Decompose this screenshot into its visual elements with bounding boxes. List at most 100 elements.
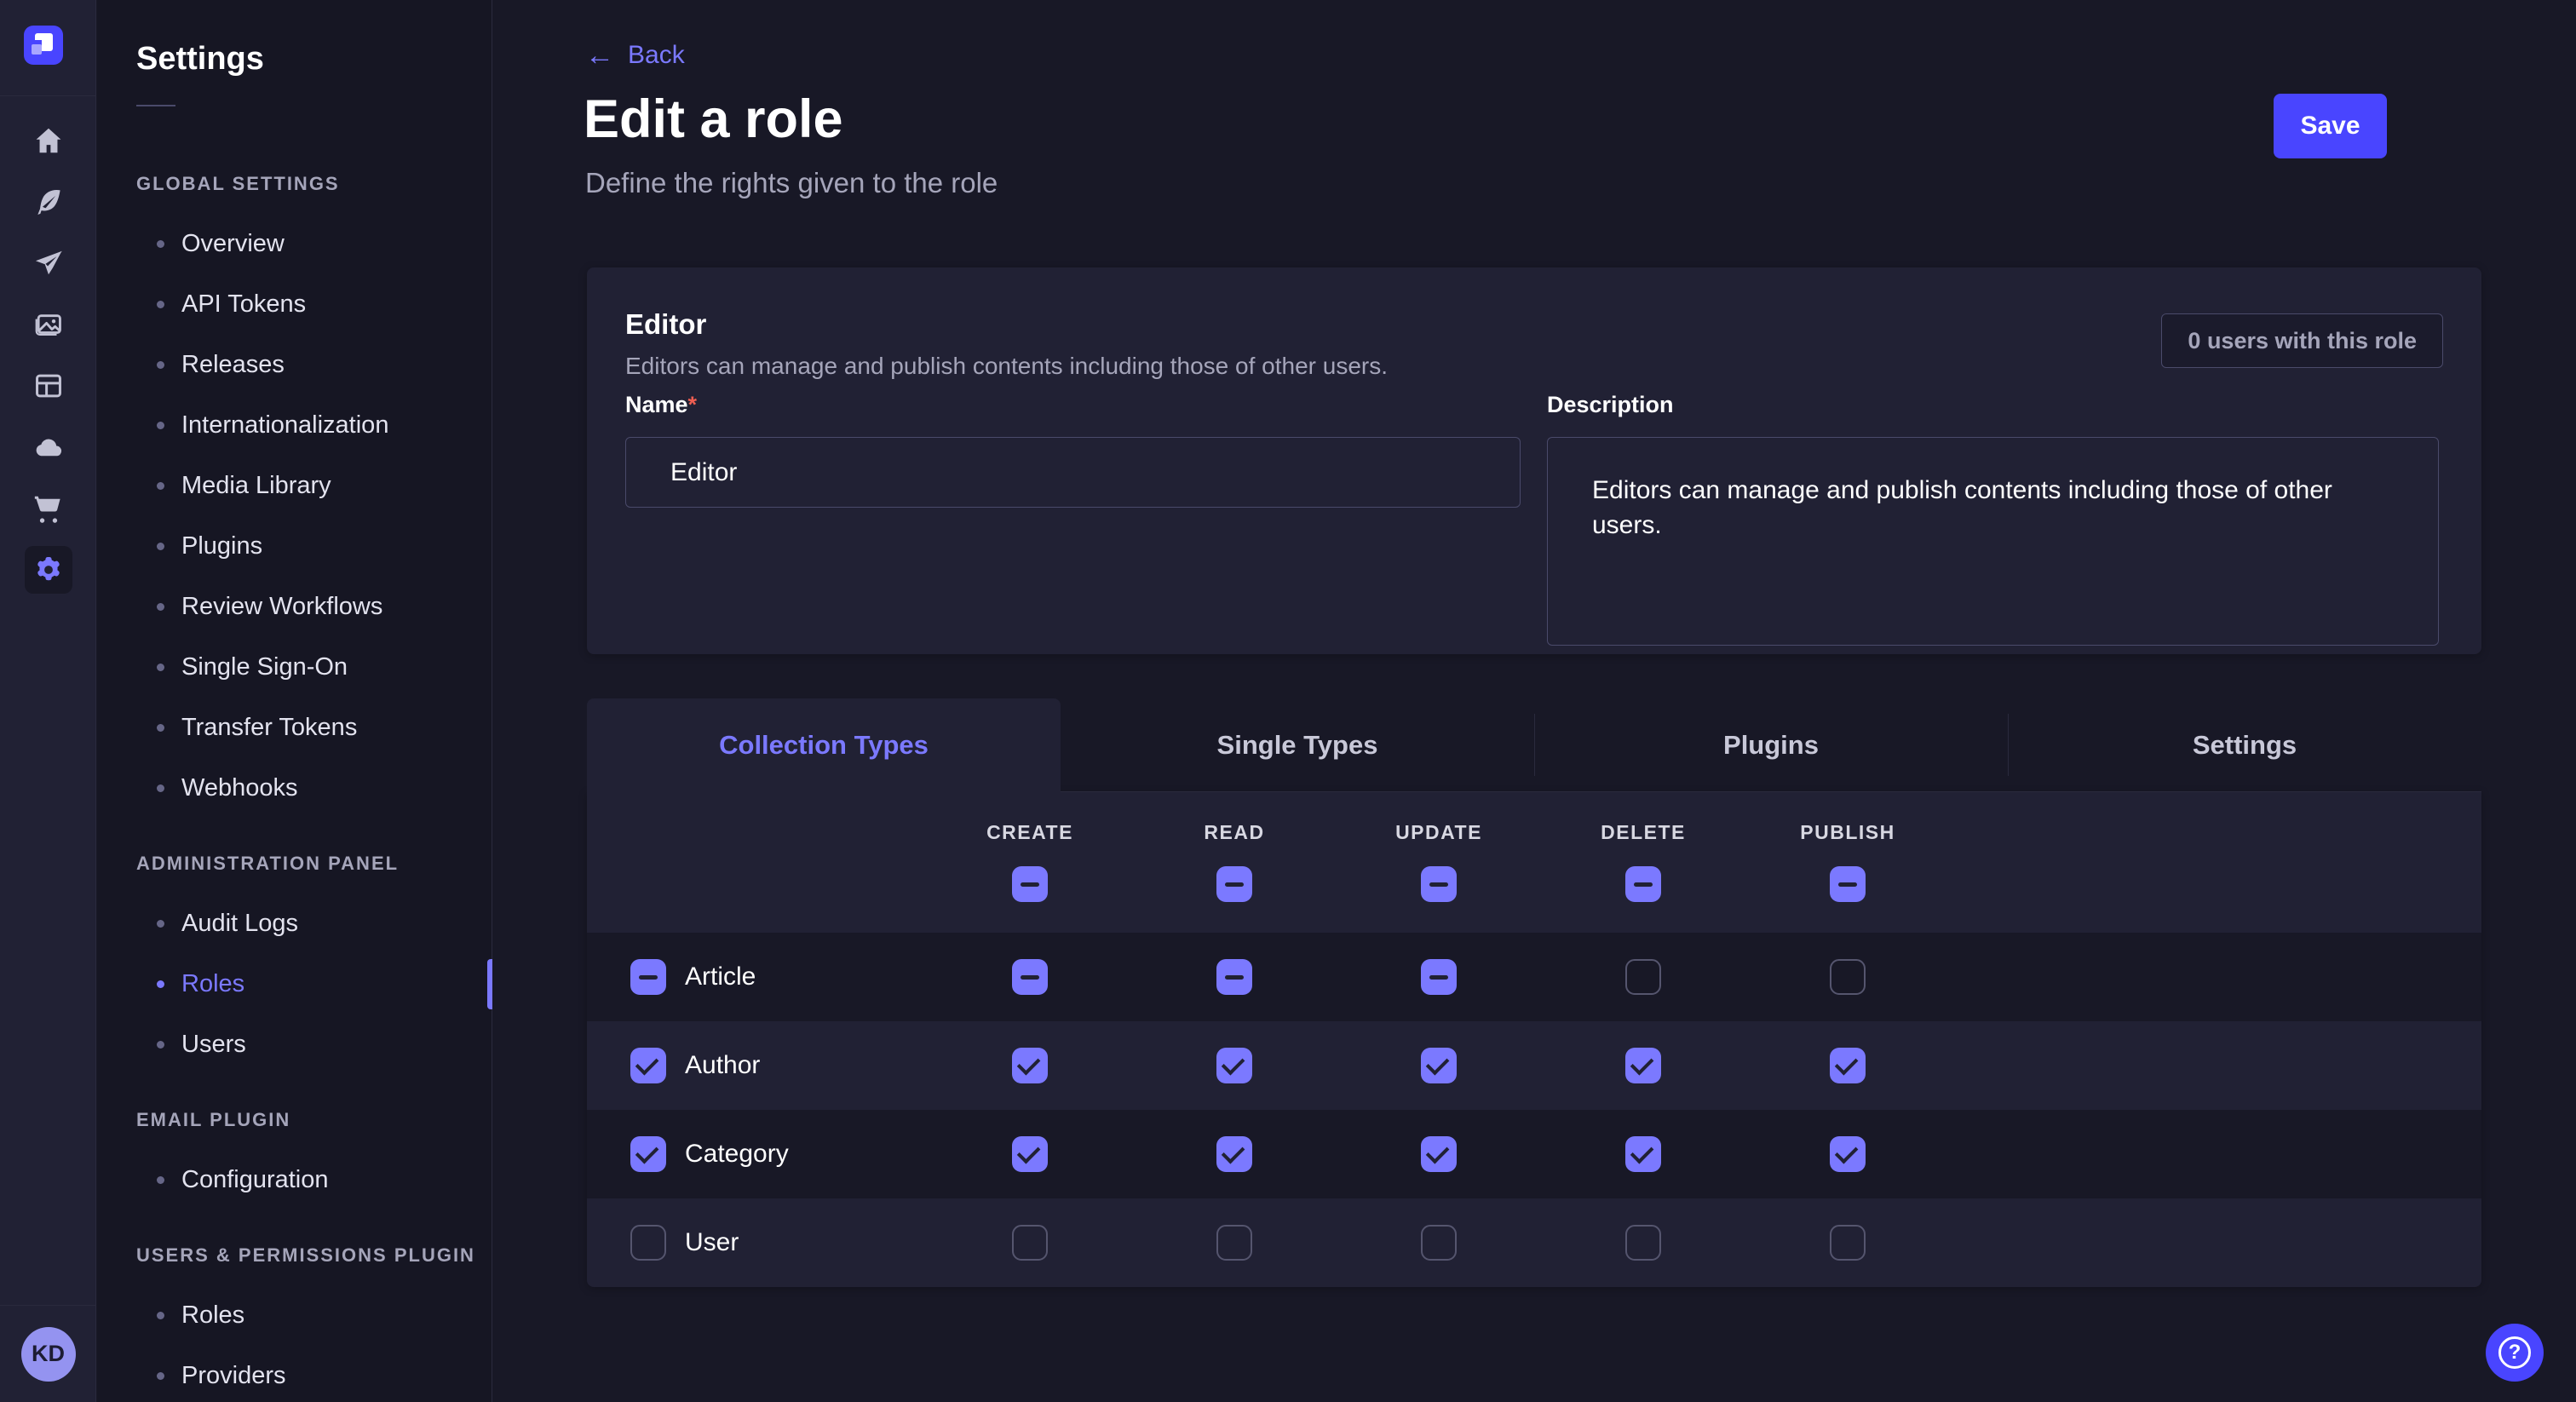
subnav-item-roles[interactable]: Roles <box>97 954 492 1014</box>
column-header-delete: DELETE <box>1541 821 1745 844</box>
subnav-item-users[interactable]: Users <box>97 1014 492 1075</box>
role-name-heading: Editor <box>625 308 706 341</box>
releases-icon <box>32 247 65 279</box>
author-update-checkbox[interactable] <box>1421 1048 1457 1083</box>
nav-item-media-library[interactable] <box>25 301 72 348</box>
nav-item-home[interactable] <box>25 117 72 164</box>
permission-cell <box>1541 1048 1745 1083</box>
description-textarea[interactable]: Editors can manage and publish contents … <box>1547 437 2439 646</box>
row-label: Author <box>685 1051 760 1080</box>
page-title: Edit a role <box>584 89 843 150</box>
author-publish-checkbox[interactable] <box>1830 1048 1866 1083</box>
marketplace-icon <box>32 492 65 525</box>
author-delete-checkbox[interactable] <box>1625 1048 1661 1083</box>
deploy-icon <box>32 431 65 463</box>
back-link[interactable]: ← Back <box>585 41 685 70</box>
select-all-publish-checkbox[interactable] <box>1830 866 1866 902</box>
nav-item-marketplace[interactable] <box>25 485 72 532</box>
content-manager-icon <box>32 186 65 218</box>
category-create-checkbox[interactable] <box>1012 1136 1048 1172</box>
subnav-item-audit-logs[interactable]: Audit Logs <box>97 893 492 954</box>
select-all-create-checkbox[interactable] <box>1012 866 1048 902</box>
nav-item-content-manager[interactable] <box>25 178 72 226</box>
subnav-item-internationalization[interactable]: Internationalization <box>97 395 492 456</box>
permission-cell <box>1541 1136 1745 1172</box>
logo-zone <box>0 0 95 96</box>
subnav-item-releases[interactable]: Releases <box>97 335 492 395</box>
select-all-read-checkbox[interactable] <box>1216 866 1252 902</box>
subnav-item-review-workflows[interactable]: Review Workflows <box>97 577 492 637</box>
category-update-checkbox[interactable] <box>1421 1136 1457 1172</box>
name-input[interactable] <box>625 437 1521 508</box>
users-with-role-badge[interactable]: 0 users with this role <box>2161 313 2443 368</box>
nav-item-releases[interactable] <box>25 239 72 287</box>
table-row-author: Author <box>587 1021 2481 1110</box>
user-read-checkbox[interactable] <box>1216 1225 1252 1261</box>
subnav-item-providers[interactable]: Providers <box>97 1346 492 1402</box>
subnav-item-roles[interactable]: Roles <box>97 1285 492 1346</box>
permission-cell <box>1132 1136 1337 1172</box>
column-header-update: UPDATE <box>1337 821 1541 844</box>
tab-plugins[interactable]: Plugins <box>1534 698 2008 792</box>
subnav-item-single-sign-on[interactable]: Single Sign-On <box>97 637 492 698</box>
strapi-logo[interactable] <box>24 26 63 65</box>
author-create-checkbox[interactable] <box>1012 1048 1048 1083</box>
media-library-icon <box>32 308 65 341</box>
subnav-item-overview[interactable]: Overview <box>97 214 492 274</box>
role-description-text: Editors can manage and publish contents … <box>625 353 1388 380</box>
article-read-checkbox[interactable] <box>1216 959 1252 995</box>
bullet-icon <box>157 1312 164 1319</box>
user-delete-checkbox[interactable] <box>1625 1225 1661 1261</box>
save-button[interactable]: Save <box>2274 94 2387 158</box>
select-all-update-checkbox[interactable] <box>1421 866 1457 902</box>
article-create-checkbox[interactable] <box>1012 959 1048 995</box>
bullet-icon <box>157 980 164 988</box>
subnav-item-api-tokens[interactable]: API Tokens <box>97 274 492 335</box>
bullet-icon <box>157 1176 164 1184</box>
tab-collection-types[interactable]: Collection Types <box>587 698 1061 792</box>
tab-settings[interactable]: Settings <box>2008 698 2481 792</box>
user-publish-checkbox[interactable] <box>1830 1225 1866 1261</box>
permission-cell <box>1337 1048 1541 1083</box>
user-row-checkbox[interactable] <box>630 1225 666 1261</box>
category-read-checkbox[interactable] <box>1216 1136 1252 1172</box>
author-read-checkbox[interactable] <box>1216 1048 1252 1083</box>
subnav-item-plugins[interactable]: Plugins <box>97 516 492 577</box>
required-asterisk: * <box>688 392 698 417</box>
permission-cell <box>928 959 1132 995</box>
nav-item-settings[interactable] <box>25 546 72 594</box>
select-all-delete-checkbox[interactable] <box>1625 866 1661 902</box>
select-all-cell <box>1337 866 1541 902</box>
permission-cell <box>928 1048 1132 1083</box>
permissions-tabs: Collection TypesSingle TypesPluginsSetti… <box>587 698 2481 792</box>
permission-cell <box>1541 1225 1745 1261</box>
article-update-checkbox[interactable] <box>1421 959 1457 995</box>
article-publish-checkbox[interactable] <box>1830 959 1866 995</box>
subnav-item-label: API Tokens <box>181 290 306 319</box>
category-delete-checkbox[interactable] <box>1625 1136 1661 1172</box>
category-publish-checkbox[interactable] <box>1830 1136 1866 1172</box>
help-button[interactable]: ? <box>2486 1324 2544 1382</box>
subnav-item-webhooks[interactable]: Webhooks <box>97 758 492 819</box>
row-head-cell: Article <box>587 959 928 995</box>
subnav-item-configuration[interactable]: Configuration <box>97 1150 492 1210</box>
avatar[interactable]: KD <box>21 1327 76 1382</box>
subnav-item-label: Audit Logs <box>181 910 298 938</box>
settings-icon <box>32 554 65 586</box>
permission-cell <box>1337 1136 1541 1172</box>
nav-item-content-type-builder[interactable] <box>25 362 72 410</box>
tab-single-types[interactable]: Single Types <box>1061 698 1534 792</box>
nav-item-deploy[interactable] <box>25 423 72 471</box>
article-row-checkbox[interactable] <box>630 959 666 995</box>
user-create-checkbox[interactable] <box>1012 1225 1048 1261</box>
permission-cell <box>1132 1048 1337 1083</box>
subnav-section-label: EMAIL PLUGIN <box>97 1109 492 1131</box>
article-delete-checkbox[interactable] <box>1625 959 1661 995</box>
category-row-checkbox[interactable] <box>630 1136 666 1172</box>
permission-cell <box>1132 1225 1337 1261</box>
subnav-item-media-library[interactable]: Media Library <box>97 456 492 516</box>
user-update-checkbox[interactable] <box>1421 1225 1457 1261</box>
bullet-icon <box>157 361 164 369</box>
author-row-checkbox[interactable] <box>630 1048 666 1083</box>
subnav-item-transfer-tokens[interactable]: Transfer Tokens <box>97 698 492 758</box>
